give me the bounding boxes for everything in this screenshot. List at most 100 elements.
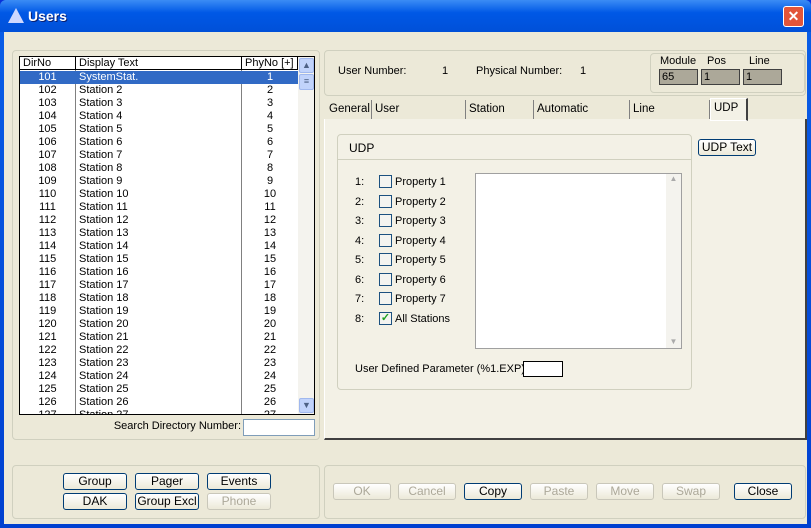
dak-button[interactable]: DAK — [63, 493, 127, 510]
table-row[interactable]: 105 Station 5 5 — [20, 123, 298, 136]
table-row[interactable]: 108 Station 8 8 — [20, 162, 298, 175]
table-row[interactable]: 110 Station 10 10 — [20, 188, 298, 201]
dirno-cell: 120 — [38, 318, 57, 330]
phone-button[interactable]: Phone — [207, 493, 271, 510]
property-checkbox[interactable] — [379, 194, 392, 208]
cancel-button[interactable]: Cancel — [398, 483, 456, 500]
property-checkbox[interactable] — [379, 292, 392, 305]
tab-general[interactable]: General — [326, 100, 372, 120]
table-row[interactable]: 127 Station 27 27 — [20, 409, 298, 414]
swap-button[interactable]: Swap — [662, 483, 720, 500]
display-text-cell: Station 6 — [79, 136, 123, 148]
scroll-down-icon[interactable]: ▼ — [299, 398, 314, 413]
table-row[interactable]: 104 Station 4 4 — [20, 110, 298, 123]
tab-udp[interactable]: UDP — [710, 98, 748, 121]
table-row[interactable]: 114 Station 14 14 — [20, 240, 298, 253]
events-button[interactable]: Events — [207, 473, 271, 490]
scroll-up-icon[interactable]: ▲ — [299, 58, 314, 73]
table-row[interactable]: 118 Station 18 18 — [20, 292, 298, 305]
property-number: 7: — [355, 293, 365, 305]
table-row[interactable]: 116 Station 16 16 — [20, 266, 298, 279]
table-row[interactable]: 122 Station 22 22 — [20, 344, 298, 357]
property-checkbox[interactable] — [379, 253, 392, 266]
property-label[interactable]: All Stations — [395, 313, 450, 325]
table-row[interactable]: 121 Station 21 21 — [20, 331, 298, 344]
table-row[interactable]: 124 Station 24 24 — [20, 370, 298, 383]
text-area-scrollbar[interactable]: ▲ ▼ — [666, 174, 681, 348]
property-label[interactable]: Property 6 — [395, 274, 446, 286]
table-row[interactable]: 111 Station 11 11 — [20, 201, 298, 214]
scroll-thumb[interactable]: ≡ — [299, 74, 314, 90]
tab-automatic-search[interactable]: Automatic Search — [534, 100, 630, 134]
display-text-cell: Station 12 — [79, 214, 129, 226]
user-defined-parameter-input[interactable] — [523, 361, 563, 377]
phyno-cell: 21 — [263, 331, 277, 343]
table-row[interactable]: 109 Station 9 9 — [20, 175, 298, 188]
property-label[interactable]: Property 2 — [395, 196, 446, 208]
display-text-cell: Station 16 — [79, 266, 129, 278]
table-row[interactable]: 120 Station 20 20 — [20, 318, 298, 331]
table-row[interactable]: 126 Station 26 26 — [20, 396, 298, 409]
pager-button[interactable]: Pager — [135, 473, 199, 490]
dirno-cell: 116 — [38, 266, 57, 278]
property-number: 6: — [355, 273, 365, 286]
dirno-cell: 125 — [38, 383, 57, 395]
table-row[interactable]: 107 Station 7 7 — [20, 149, 298, 162]
list-scrollbar[interactable]: ▲ ≡ ▼ — [298, 57, 314, 414]
line-label: Line — [749, 55, 770, 67]
tab-line-monitoring[interactable]: Line Monitoring — [630, 100, 710, 134]
property-number: 8: — [355, 312, 365, 325]
display-text-cell: Station 22 — [79, 344, 129, 356]
udp-text-button[interactable]: UDP Text — [698, 139, 756, 156]
phyno-cell: 9 — [266, 175, 274, 187]
display-text-cell: Station 26 — [79, 396, 129, 408]
property-checkbox[interactable] — [379, 272, 392, 286]
table-row[interactable]: 123 Station 23 23 — [20, 357, 298, 370]
ok-button[interactable]: OK — [333, 483, 391, 500]
dirno-cell: 107 — [38, 149, 57, 161]
table-row[interactable]: 113 Station 13 13 — [20, 227, 298, 240]
user-list[interactable]: DirNo Display Text PhyNo [+] 101 SystemSt… — [19, 56, 315, 415]
table-row[interactable]: 102 Station 2 2 — [20, 84, 298, 97]
dirno-cell: 119 — [38, 305, 57, 317]
line-field: 1 — [743, 69, 782, 85]
dirno-cell: 115 — [38, 253, 57, 265]
table-row[interactable]: 117 Station 17 17 — [20, 279, 298, 292]
table-row[interactable]: 103 Station 3 3 — [20, 97, 298, 110]
group-excl-button[interactable]: Group Excl — [135, 493, 199, 510]
group-button[interactable]: Group — [63, 473, 127, 490]
property-checkbox[interactable] — [379, 214, 392, 227]
tab-user-preferences[interactable]: User Preferences — [372, 100, 466, 134]
table-row[interactable]: 101 SystemStat. 1 — [20, 71, 298, 84]
property-label[interactable]: Property 3 — [395, 215, 446, 227]
close-window-button[interactable]: ✕ — [783, 6, 804, 27]
window-title: Users — [28, 8, 67, 24]
table-row[interactable]: 112 Station 12 12 — [20, 214, 298, 227]
tab-station-type[interactable]: Station Type — [466, 100, 534, 134]
column-header-dirno[interactable]: DirNo — [20, 57, 76, 70]
paste-button[interactable]: Paste — [530, 483, 588, 500]
udp-text-area[interactable]: ▲ ▼ — [475, 173, 682, 349]
move-button[interactable]: Move — [596, 483, 654, 500]
property-checkbox[interactable]: ✓ — [379, 311, 392, 325]
search-directory-number-input[interactable] — [243, 419, 315, 436]
display-text-cell: Station 20 — [79, 318, 129, 330]
close-button[interactable]: Close — [734, 483, 792, 500]
table-row[interactable]: 119 Station 19 19 — [20, 305, 298, 318]
column-header-phyno[interactable]: PhyNo [+] — [242, 57, 298, 70]
property-label[interactable]: Property 7 — [395, 293, 446, 305]
table-row[interactable]: 115 Station 15 15 — [20, 253, 298, 266]
column-header-display-text[interactable]: Display Text — [76, 57, 242, 70]
property-label[interactable]: Property 1 — [395, 176, 446, 188]
property-label[interactable]: Property 4 — [395, 235, 446, 247]
display-text-cell: Station 25 — [79, 383, 129, 395]
table-row[interactable]: 125 Station 25 25 — [20, 383, 298, 396]
dirno-cell: 101 — [38, 71, 57, 83]
property-checkbox[interactable] — [379, 175, 392, 188]
property-label[interactable]: Property 5 — [395, 254, 446, 266]
phyno-cell: 7 — [266, 149, 274, 161]
property-checkbox[interactable] — [379, 233, 392, 247]
copy-button[interactable]: Copy — [464, 483, 522, 500]
table-row[interactable]: 106 Station 6 6 — [20, 136, 298, 149]
phyno-cell: 3 — [266, 97, 274, 109]
